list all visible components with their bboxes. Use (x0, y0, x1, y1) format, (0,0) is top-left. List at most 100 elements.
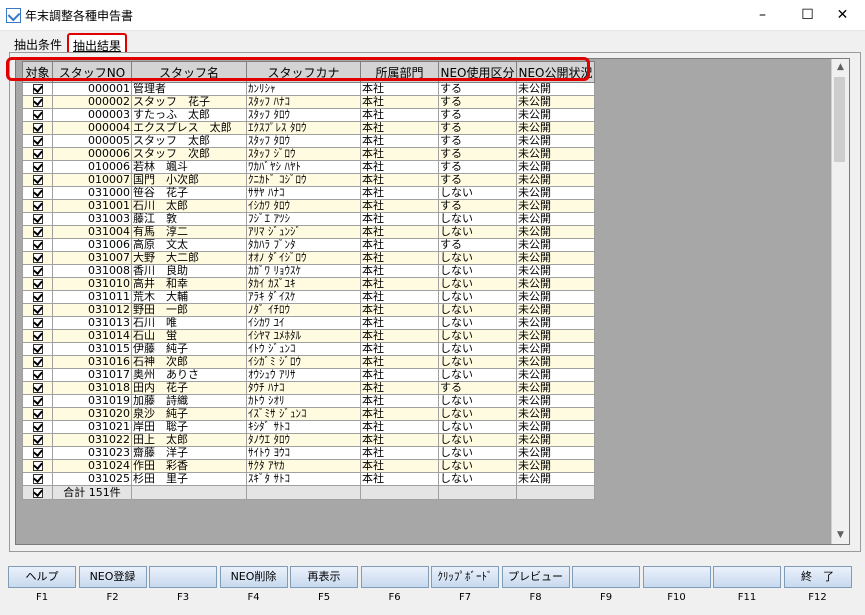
cell-neo-usage[interactable]: しない (438, 316, 517, 330)
table-row[interactable]: 031015 伊藤 純子 ｲﾄｳ ｼﾞｭﾝｺ 本社 しない 未公開 (22, 342, 595, 356)
col-header-target[interactable]: 対象 (22, 61, 53, 83)
cell-neo-status[interactable]: 未公開 (516, 459, 595, 473)
cell-department[interactable]: 本社 (360, 225, 439, 239)
table-row[interactable]: 031011 荒木 大輔 ｱﾗｷ ﾀﾞｲｽｹ 本社 しない 未公開 (22, 290, 595, 304)
target-checkbox-cell[interactable] (22, 446, 53, 460)
cell-department[interactable]: 本社 (360, 446, 439, 460)
cell-staff-kana[interactable]: ｻｲﾄｳ ﾖｳｺ (246, 446, 361, 460)
checkbox[interactable] (32, 240, 43, 250)
table-row[interactable]: 031025 杉田 里子 ｽｷﾞﾀ ｻﾄｺ 本社 しない 未公開 (22, 472, 595, 486)
target-checkbox-cell[interactable] (22, 212, 53, 226)
cell-staff-no[interactable]: 031006 (52, 238, 132, 252)
cell-neo-usage[interactable]: しない (438, 225, 517, 239)
checkbox[interactable] (32, 84, 43, 94)
cell-staff-name[interactable]: 泉沙 純子 (131, 407, 247, 421)
target-checkbox-cell[interactable] (22, 173, 53, 187)
table-row[interactable]: 000005 スタッフ 太郎 ｽﾀｯﾌ ﾀﾛｳ 本社 する 未公開 (22, 134, 595, 148)
cell-staff-kana[interactable]: ｽﾀｯﾌ ﾀﾛｳ (246, 134, 361, 148)
cell-staff-kana[interactable]: ｲｼｶﾜ ﾕｲ (246, 316, 361, 330)
cell-neo-usage[interactable]: しない (438, 264, 517, 278)
scroll-thumb[interactable] (834, 77, 845, 162)
table-row[interactable]: 000001 管理者 ｶﾝﾘｼｬ 本社 する 未公開 (22, 82, 595, 96)
target-checkbox-cell[interactable] (22, 394, 53, 408)
cell-staff-no[interactable]: 000004 (52, 121, 132, 135)
cell-staff-kana[interactable]: ｶｶﾞﾜ ﾘｮｳｽｹ (246, 264, 361, 278)
checkbox[interactable] (32, 201, 43, 211)
cell-neo-usage[interactable]: する (438, 238, 517, 252)
f12-button[interactable]: 終 了 (783, 566, 852, 588)
target-checkbox-cell[interactable] (22, 108, 53, 122)
checkbox[interactable] (32, 188, 43, 198)
cell-staff-no[interactable]: 000005 (52, 134, 132, 148)
cell-staff-no[interactable]: 031023 (52, 446, 132, 460)
cell-neo-usage[interactable]: する (438, 82, 517, 96)
checkbox[interactable] (32, 474, 43, 484)
f9-button[interactable] (572, 566, 640, 588)
cell-department[interactable]: 本社 (360, 251, 439, 265)
cell-neo-status[interactable]: 未公開 (516, 82, 595, 96)
cell-neo-usage[interactable]: する (438, 95, 517, 109)
cell-staff-name[interactable]: スタッフ 花子 (131, 95, 247, 109)
table-row[interactable]: 031022 田上 太郎 ﾀﾉｳｴ ﾀﾛｳ 本社 しない 未公開 (22, 433, 595, 447)
target-checkbox-cell[interactable] (22, 355, 53, 369)
cell-staff-name[interactable]: スタッフ 太郎 (131, 134, 247, 148)
cell-staff-kana[interactable]: ｲﾄｳ ｼﾞｭﾝｺ (246, 342, 361, 356)
cell-neo-usage[interactable]: しない (438, 446, 517, 460)
checkbox[interactable] (32, 214, 43, 224)
cell-neo-status[interactable]: 未公開 (516, 186, 595, 200)
target-checkbox-cell[interactable] (22, 420, 53, 434)
cell-staff-kana[interactable]: ｸﾆｶﾄﾞ ｺｼﾞﾛｳ (246, 173, 361, 187)
cell-neo-usage[interactable]: する (438, 381, 517, 395)
table-row[interactable]: 031000 笹谷 花子 ｻｻﾔ ﾊﾅｺ 本社 しない 未公開 (22, 186, 595, 200)
cell-neo-usage[interactable]: する (438, 160, 517, 174)
cell-neo-usage[interactable]: する (438, 108, 517, 122)
cell-department[interactable]: 本社 (360, 238, 439, 252)
cell-neo-usage[interactable]: しない (438, 420, 517, 434)
cell-neo-usage[interactable]: しない (438, 459, 517, 473)
table-row[interactable]: 031024 作田 彩香 ｻｸﾀ ｱﾔｶ 本社 しない 未公開 (22, 459, 595, 473)
cell-department[interactable]: 本社 (360, 199, 439, 213)
cell-staff-no[interactable]: 031013 (52, 316, 132, 330)
target-checkbox-cell[interactable] (22, 290, 53, 304)
checkbox[interactable] (32, 175, 43, 185)
target-checkbox-cell[interactable] (22, 459, 53, 473)
cell-neo-status[interactable]: 未公開 (516, 472, 595, 486)
cell-staff-no[interactable]: 031024 (52, 459, 132, 473)
cell-neo-status[interactable]: 未公開 (516, 355, 595, 369)
table-row[interactable]: 031004 有馬 淳二 ｱﾘﾏ ｼﾞｭﾝｼﾞ 本社 しない 未公開 (22, 225, 595, 239)
table-row[interactable]: 031023 齋藤 洋子 ｻｲﾄｳ ﾖｳｺ 本社 しない 未公開 (22, 446, 595, 460)
cell-neo-status[interactable]: 未公開 (516, 342, 595, 356)
cell-staff-kana[interactable]: ｽﾀｯﾌ ﾀﾛｳ (246, 108, 361, 122)
cell-department[interactable]: 本社 (360, 212, 439, 226)
cell-neo-usage[interactable]: する (438, 199, 517, 213)
cell-neo-usage[interactable]: しない (438, 407, 517, 421)
target-checkbox-cell[interactable] (22, 342, 53, 356)
cell-staff-name[interactable]: 有馬 淳二 (131, 225, 247, 239)
cell-neo-status[interactable]: 未公開 (516, 407, 595, 421)
cell-neo-status[interactable]: 未公開 (516, 108, 595, 122)
target-checkbox-cell[interactable] (22, 95, 53, 109)
col-header-staff-name[interactable]: スタッフ名 (131, 61, 247, 83)
cell-department[interactable]: 本社 (360, 368, 439, 382)
cell-department[interactable]: 本社 (360, 355, 439, 369)
table-row[interactable]: 031018 田内 花子 ﾀｳﾁ ﾊﾅｺ 本社 する 未公開 (22, 381, 595, 395)
cell-neo-status[interactable]: 未公開 (516, 368, 595, 382)
table-row[interactable]: 031012 野田 一郎 ﾉﾀﾞ ｲﾁﾛｳ 本社 しない 未公開 (22, 303, 595, 317)
cell-staff-name[interactable]: 石川 太郎 (131, 199, 247, 213)
total-checkbox-cell[interactable] (22, 485, 53, 500)
cell-department[interactable]: 本社 (360, 134, 439, 148)
cell-staff-no[interactable]: 031015 (52, 342, 132, 356)
cell-neo-usage[interactable]: しない (438, 303, 517, 317)
f3-button[interactable] (149, 566, 217, 588)
cell-staff-name[interactable]: 石神 次郎 (131, 355, 247, 369)
cell-staff-kana[interactable]: ｱﾘﾏ ｼﾞｭﾝｼﾞ (246, 225, 361, 239)
cell-neo-status[interactable]: 未公開 (516, 95, 595, 109)
cell-staff-name[interactable]: すたっふ 太郎 (131, 108, 247, 122)
cell-staff-name[interactable]: 杉田 里子 (131, 472, 247, 486)
cell-staff-no[interactable]: 031017 (52, 368, 132, 382)
cell-neo-status[interactable]: 未公開 (516, 446, 595, 460)
cell-staff-no[interactable]: 031019 (52, 394, 132, 408)
cell-staff-no[interactable]: 010007 (52, 173, 132, 187)
cell-staff-name[interactable]: エクスプレス 太郎 (131, 121, 247, 135)
cell-staff-kana[interactable]: ｶﾄｳ ｼｵﾘ (246, 394, 361, 408)
